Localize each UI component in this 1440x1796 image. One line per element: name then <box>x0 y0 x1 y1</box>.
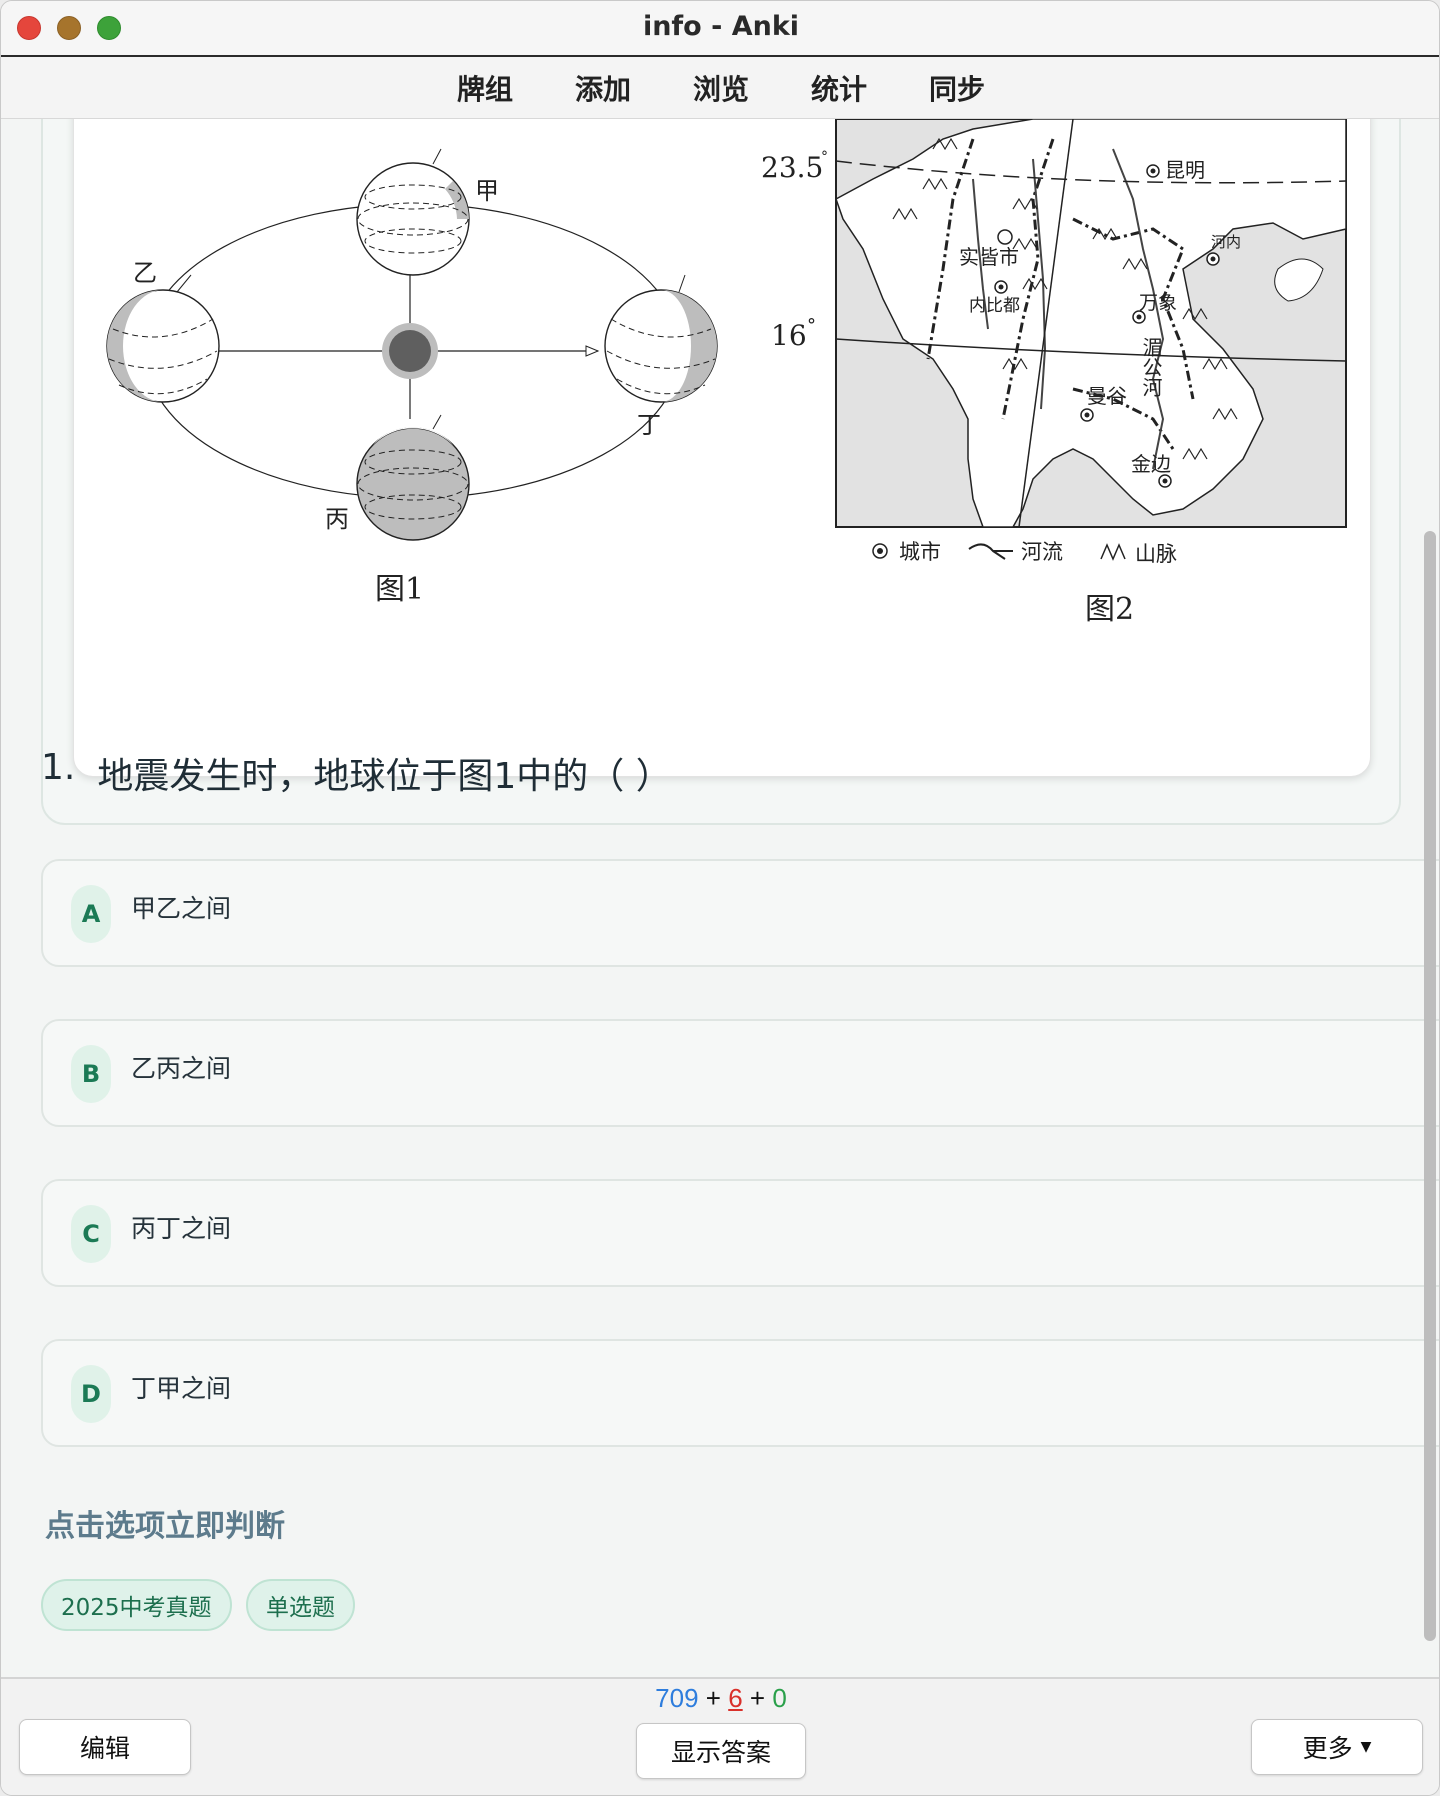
option-text: 甲乙之间 <box>131 894 232 923</box>
question-number: 1. <box>41 747 76 788</box>
option-letter-badge: C <box>71 1205 111 1263</box>
option-a[interactable]: A 甲乙之间 <box>41 859 1439 967</box>
due-counts: 709 + 6 + 0 <box>1 1683 1439 1714</box>
svg-text:万象: 万象 <box>1139 292 1177 314</box>
toolbar-browse[interactable]: 浏览 <box>691 68 751 108</box>
earth-jia-icon <box>356 148 470 276</box>
mountain-legend-icon <box>1100 543 1126 561</box>
option-text: 丙丁之间 <box>131 1214 232 1243</box>
question-text: 地震发生时，地球位于图1中的（ ） <box>97 756 672 797</box>
figure2-caption: 图2 <box>1085 592 1134 627</box>
more-button-label: 更多 <box>1302 1734 1353 1763</box>
show-answer-button[interactable]: 显示答案 <box>636 1723 806 1779</box>
label-yi: 乙 <box>133 259 157 287</box>
title-bar: info - Anki <box>1 1 1439 57</box>
label-ding: 丁 <box>637 411 661 439</box>
instant-judge-hint: 点击选项立即判断 <box>45 1509 285 1544</box>
toolbar-stats[interactable]: 统计 <box>809 68 869 108</box>
label-mekong: 湄公河 <box>1139 337 1163 397</box>
earth-bing-icon <box>356 414 470 541</box>
degree-mark-upper: ° <box>821 149 828 165</box>
legend-river: 河流 <box>1021 540 1063 564</box>
svg-text:河内: 河内 <box>1211 233 1241 251</box>
sun-icon <box>382 323 438 379</box>
tag-exam[interactable]: 2025中考真题 <box>41 1579 232 1631</box>
legend-city: 城市 <box>899 540 941 564</box>
degree-mark-lower: ° <box>807 315 816 336</box>
option-text: 乙丙之间 <box>131 1054 232 1083</box>
lat-label-lower: 16 <box>771 319 807 352</box>
edit-button[interactable]: 编辑 <box>19 1719 191 1775</box>
svg-text:内比都: 内比都 <box>969 296 1020 316</box>
bottom-bar: 709 + 6 + 0 编辑 显示答案 更多 ▼ <box>1 1677 1439 1795</box>
main-toolbar: 牌组 添加 浏览 统计 同步 <box>1 57 1439 119</box>
tag-question-type[interactable]: 单选题 <box>246 1579 355 1631</box>
window-title: info - Anki <box>642 11 800 42</box>
count-plus: + <box>705 1683 721 1713</box>
svg-text:金边: 金边 <box>1131 452 1171 476</box>
option-text: 丁甲之间 <box>131 1374 232 1403</box>
figure2-map: 昆明 河内 实皆市 内比都 万象 湄公河 曼谷 金边 23.5 ° 16 ° 城… <box>761 119 1347 627</box>
figure1-caption: 图1 <box>375 572 424 607</box>
toolbar-decks[interactable]: 牌组 <box>455 68 515 108</box>
chevron-down-icon: ▼ <box>1360 1739 1372 1755</box>
show-answer-label: 显示答案 <box>670 1738 771 1767</box>
toolbar-sync[interactable]: 同步 <box>927 68 987 108</box>
option-letter-badge: B <box>71 1045 111 1103</box>
label-bing: 丙 <box>325 505 349 533</box>
lat-label-upper: 23.5 <box>761 151 823 184</box>
anki-window: info - Anki 牌组 添加 浏览 统计 同步 甲 乙 丙 丁 图1 昆明… <box>0 0 1440 1796</box>
count-review: 0 <box>772 1683 787 1713</box>
svg-text:实皆市: 实皆市 <box>959 245 1019 269</box>
svg-text:昆明: 昆明 <box>1165 158 1205 182</box>
more-button[interactable]: 更多 ▼ <box>1251 1719 1423 1775</box>
svg-text:曼谷: 曼谷 <box>1087 384 1127 408</box>
option-b[interactable]: B 乙丙之间 <box>41 1019 1439 1127</box>
question-title: 1. 地震发生时，地球位于图1中的（ ） <box>41 747 672 799</box>
count-learn: 6 <box>728 1683 743 1713</box>
figure-image: 甲 乙 丙 丁 图1 昆明 河内 实皆市 内比都 万象 湄公河 曼谷 金边 23… <box>106 119 1347 627</box>
count-new: 709 <box>655 1683 699 1713</box>
toolbar-add[interactable]: 添加 <box>573 68 633 108</box>
earth-yi-icon <box>106 274 220 403</box>
legend-mountain: 山脉 <box>1135 542 1177 566</box>
label-jia: 甲 <box>475 177 499 205</box>
vertical-scrollbar[interactable] <box>1424 531 1436 1641</box>
option-letter-badge: A <box>71 885 111 943</box>
count-plus: + <box>749 1683 766 1713</box>
option-c[interactable]: C 丙丁之间 <box>41 1179 1439 1287</box>
card-content: 甲 乙 丙 丁 图1 昆明 河内 实皆市 内比都 万象 湄公河 曼谷 金边 23… <box>1 119 1439 1677</box>
edit-button-label: 编辑 <box>79 1734 130 1763</box>
figure1-orbit-diagram: 甲 乙 丙 丁 图1 <box>106 148 718 607</box>
earth-ding-icon <box>604 274 718 403</box>
option-letter-badge: D <box>71 1365 111 1423</box>
river-legend-icon <box>968 543 1013 560</box>
option-d[interactable]: D 丁甲之间 <box>41 1339 1439 1447</box>
map-legend: 城市 河流 山脉 <box>872 540 1177 566</box>
